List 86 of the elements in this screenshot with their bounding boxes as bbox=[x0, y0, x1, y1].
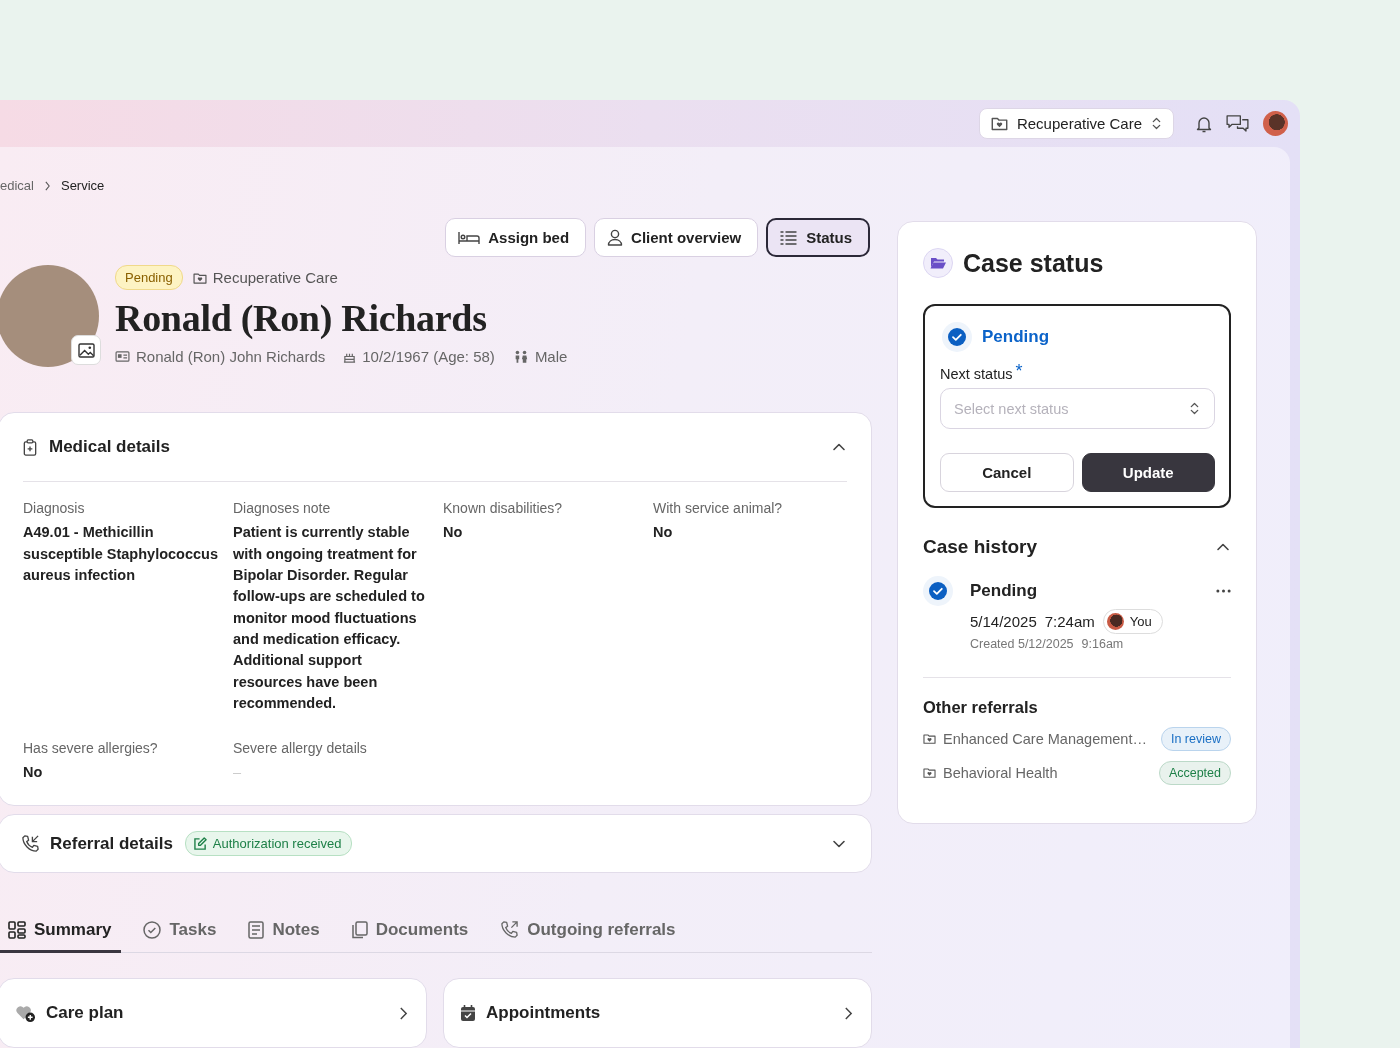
history-date: 5/14/2025 bbox=[970, 613, 1037, 630]
folder-open-icon bbox=[923, 248, 953, 278]
tab[interactable]: Tasks bbox=[133, 909, 227, 953]
case-status-title: Case status bbox=[963, 248, 1104, 278]
phone-arrow-icon bbox=[21, 834, 40, 854]
card-title: Appointments bbox=[486, 1003, 601, 1023]
gender: Male bbox=[534, 348, 568, 366]
tab[interactable]: Outgoing referrals bbox=[490, 909, 686, 953]
field-value: No bbox=[443, 523, 464, 543]
id-card-icon bbox=[115, 351, 130, 363]
chevron-right-icon bbox=[399, 1005, 408, 1021]
breadcrumb-link[interactable]: edical bbox=[0, 178, 34, 194]
field-label: Severe allergy details bbox=[233, 740, 368, 757]
referral-name[interactable]: Behavioral Health bbox=[943, 765, 1058, 781]
other-referrals-title: Other referrals bbox=[923, 698, 1039, 717]
created-date: Created 5/12/2025 bbox=[970, 637, 1074, 651]
tab[interactable]: Summary bbox=[0, 909, 122, 953]
chevron-right-icon bbox=[43, 180, 51, 191]
cancel-button[interactable]: Cancel bbox=[940, 453, 1074, 492]
update-button[interactable]: Update bbox=[1081, 453, 1215, 492]
heart-plus-icon bbox=[15, 1003, 36, 1023]
image-icon bbox=[77, 342, 95, 358]
history-time: 7:24am bbox=[1044, 613, 1095, 630]
field-value: No bbox=[23, 763, 44, 783]
list-icon bbox=[780, 229, 799, 246]
field-label: Known disabilities? bbox=[443, 500, 564, 517]
required-mark: * bbox=[1015, 361, 1023, 382]
user-avatar[interactable] bbox=[1263, 111, 1288, 136]
up-down-chevron-icon bbox=[1189, 401, 1200, 416]
case-history-title: Case history bbox=[923, 536, 1038, 558]
bed-icon bbox=[458, 230, 481, 245]
authorization-badge: Authorization received bbox=[184, 831, 353, 857]
person-icon bbox=[607, 229, 624, 247]
notification-bell-icon[interactable] bbox=[1196, 114, 1212, 133]
summary-card[interactable]: Appointments bbox=[443, 978, 872, 1048]
field-label: Diagnoses note bbox=[233, 500, 332, 517]
action-button[interactable]: Status bbox=[766, 218, 870, 258]
field-value: Patient is currently stable with ongoing treatment for Bipolar Disorder. Regular follow-ups are scheduled to monitor mood fluctuations and medication efficacy. Additional support resources have been recommended. bbox=[233, 523, 426, 713]
change-photo-button[interactable] bbox=[71, 335, 101, 366]
created-time: 9:16am bbox=[1081, 637, 1124, 651]
field-label: With service animal? bbox=[653, 500, 784, 517]
edit-icon bbox=[193, 837, 207, 851]
referral-name[interactable]: Enhanced Care Management… bbox=[943, 731, 1147, 747]
field-label: Diagnosis bbox=[23, 500, 86, 517]
empty-value-dash: – bbox=[233, 763, 243, 783]
summary-card[interactable]: Care plan bbox=[0, 978, 427, 1048]
client-name: Ronald (Ron) Richards bbox=[115, 296, 488, 341]
status-badge: Pending bbox=[115, 265, 183, 291]
calendar-check-icon bbox=[460, 1004, 476, 1022]
more-options-icon[interactable] bbox=[1216, 589, 1231, 593]
chevron-right-icon bbox=[844, 1005, 853, 1021]
breadcrumb-link[interactable]: Service bbox=[60, 178, 105, 194]
folder-heart-icon bbox=[990, 116, 1008, 131]
phone-arrow-icon bbox=[500, 920, 520, 939]
chat-bubbles-icon[interactable] bbox=[1226, 115, 1249, 132]
field-value: A49.01 - Methicillin susceptible Staphylococcus aureus infection bbox=[23, 523, 219, 585]
field-value: No bbox=[653, 523, 674, 543]
section-title: Referral details bbox=[50, 833, 173, 854]
documents-icon bbox=[351, 920, 368, 939]
folder-heart-icon bbox=[923, 767, 936, 779]
action-button[interactable]: Client overview bbox=[594, 218, 759, 258]
program-label: Recuperative Care bbox=[212, 269, 338, 287]
folder-heart-icon bbox=[923, 733, 936, 745]
field-label: Next status bbox=[940, 366, 1013, 382]
history-status: Pending bbox=[970, 581, 1038, 601]
check-circle-icon bbox=[942, 322, 972, 352]
user-avatar bbox=[1106, 613, 1124, 630]
card-title: Care plan bbox=[46, 1003, 124, 1023]
action-button[interactable]: Assign bed bbox=[445, 218, 587, 258]
current-status: Pending bbox=[982, 327, 1050, 347]
full-name: Ronald (Ron) John Richards bbox=[136, 348, 326, 366]
folder-heart-icon bbox=[192, 271, 207, 284]
tab[interactable]: Documents bbox=[341, 909, 479, 953]
referral-status-badge: Accepted bbox=[1158, 761, 1231, 785]
up-down-chevron-icon bbox=[1151, 116, 1162, 131]
section-title: Medical details bbox=[49, 437, 170, 458]
note-icon bbox=[248, 920, 265, 939]
referral-status-badge: In review bbox=[1160, 727, 1231, 751]
program-selector[interactable]: Recuperative Care bbox=[978, 108, 1174, 139]
clipboard-plus-icon bbox=[23, 438, 37, 456]
field-label: Has severe allergies? bbox=[23, 740, 159, 757]
check-circle-icon bbox=[923, 576, 953, 606]
check-circle-icon bbox=[143, 920, 162, 939]
birth-date: 10/2/1967 (Age: 58) bbox=[362, 348, 495, 366]
grid-icon bbox=[8, 920, 26, 939]
tab[interactable]: Notes bbox=[238, 909, 330, 953]
